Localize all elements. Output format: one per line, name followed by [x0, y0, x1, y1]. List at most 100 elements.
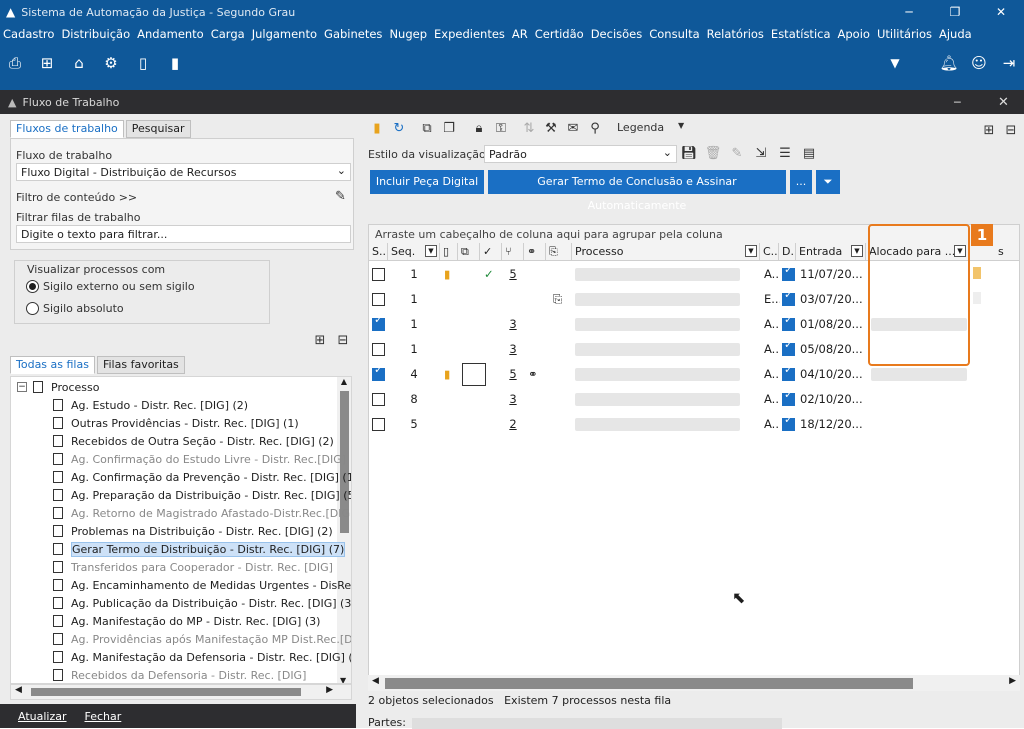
d-checkbox[interactable]	[782, 338, 795, 356]
d-checkbox[interactable]	[782, 363, 795, 381]
tree-item[interactable]: Gerar Termo de Distribuição - Distr. Rec…	[53, 540, 351, 558]
brush-icon[interactable]: ✎	[335, 189, 346, 204]
tree-item[interactable]: Ag. Estudo - Distr. Rec. [DIG] (2)	[53, 396, 351, 414]
scroll-right-icon[interactable]: ▶	[326, 685, 333, 695]
menu-item-12[interactable]: Relatórios	[707, 27, 764, 41]
col-copy[interactable]: ⧉	[458, 243, 480, 261]
col-check[interactable]: ✓	[480, 243, 502, 261]
d-checkbox[interactable]	[782, 413, 795, 431]
more-button[interactable]: ...	[790, 170, 812, 194]
tree-item[interactable]: Ag. Providências após Manifestação MP Di…	[53, 630, 351, 648]
export-icon[interactable]: ⇲	[752, 145, 770, 163]
minimize-button[interactable]: ─	[886, 0, 932, 24]
process-count-link[interactable]: 3	[502, 387, 524, 412]
row-checkbox[interactable]	[372, 363, 385, 381]
tree-item[interactable]: Ag. Publicação da Distribuição - Distr. …	[53, 594, 351, 612]
menu-item-4[interactable]: Julgamento	[252, 27, 317, 41]
row-checkbox[interactable]	[372, 268, 385, 281]
panel-minimize-button[interactable]: ─	[954, 96, 961, 109]
tab-fluxos[interactable]: Fluxos de trabalho	[10, 120, 124, 138]
row-checkbox[interactable]	[372, 418, 385, 431]
d-checkbox[interactable]	[782, 313, 795, 331]
col-seq[interactable]: Seq. ▼	[388, 243, 440, 261]
grid-expand-icon[interactable]: ⊞	[980, 122, 998, 140]
tree-item[interactable]: Ag. Preparação da Distribuição - Distr. …	[53, 486, 351, 504]
copy-icon[interactable]: ⧉	[418, 120, 436, 138]
refresh-icon[interactable]: ↻	[390, 120, 408, 138]
d-checkbox[interactable]	[782, 388, 795, 406]
incluir-peca-button[interactable]: Incluir Peça Digital	[370, 170, 484, 194]
tree-hscrollbar[interactable]: ◀ ▶	[10, 684, 352, 700]
scroll-up-icon[interactable]: ▲	[337, 377, 351, 386]
tree-item[interactable]: Ag. Confirmação da Prevenção - Distr. Re…	[53, 468, 351, 486]
menu-item-14[interactable]: Apoio	[838, 27, 870, 41]
processo-redacted[interactable]	[575, 318, 740, 331]
process-count-link[interactable]: 5	[502, 262, 524, 287]
row-checkbox[interactable]	[372, 313, 385, 331]
process-count-link[interactable]: 3	[502, 312, 524, 337]
filter-icon[interactable]: ▼	[745, 245, 757, 257]
table-row[interactable]: 5 2 A... 18/12/20...	[369, 412, 1019, 437]
radio-sigilo-absoluto[interactable]	[26, 302, 39, 315]
tree-item[interactable]: Ag. Manifestação do MP - Distr. Rec. [DI…	[53, 612, 351, 630]
chain-icon[interactable]: ⚭	[528, 362, 544, 387]
menu-item-6[interactable]: Nugep	[389, 27, 427, 41]
menu-item-3[interactable]: Carga	[211, 27, 245, 41]
bell-icon[interactable]: 🔔︎	[938, 52, 960, 74]
tree-item[interactable]: Ag. Manifestação da Defensoria - Distr. …	[53, 648, 351, 666]
processo-redacted[interactable]	[575, 418, 740, 431]
tree-item[interactable]: Recebidos de Outra Seção - Distr. Rec. […	[53, 432, 351, 450]
tab-filas-favoritas[interactable]: Filas favoritas	[96, 356, 185, 374]
tree-item[interactable]: Problemas na Distribuição - Distr. Rec. …	[53, 522, 351, 540]
process-count-link[interactable]: 3	[502, 337, 524, 362]
delete-icon[interactable]: 🗑︎	[704, 145, 722, 163]
fechar-button[interactable]: Fechar	[85, 710, 122, 723]
grid-hscroll-thumb[interactable]	[385, 678, 913, 689]
unlock-icon[interactable]: ⚿	[492, 120, 510, 138]
tree-item[interactable]: Ag. Confirmação do Estudo Livre - Distr.…	[53, 450, 351, 468]
col-s[interactable]: S..	[369, 243, 388, 261]
notes-icon[interactable]: ☰	[776, 145, 794, 163]
col-doc[interactable]: ⎘	[546, 243, 572, 261]
filtrar-filas-input[interactable]: Digite o texto para filtrar...	[16, 225, 351, 243]
menu-item-16[interactable]: Ajuda	[939, 27, 972, 41]
grid-collapse-icon[interactable]: ⊟	[1002, 122, 1020, 140]
bookmark-icon[interactable]: ▮	[368, 120, 386, 138]
menu-item-0[interactable]: Cadastro	[3, 27, 54, 41]
tree-collapse-icon[interactable]: ⊟	[334, 332, 352, 350]
menu-item-15[interactable]: Utilitários	[877, 27, 932, 41]
menu-item-7[interactable]: Expedientes	[434, 27, 505, 41]
row-checkbox[interactable]	[372, 343, 385, 356]
processo-redacted[interactable]	[575, 368, 740, 381]
row-checkbox[interactable]	[372, 393, 385, 406]
duplicate-icon[interactable]: ❐	[440, 120, 458, 138]
user-settings-icon[interactable]: ⚙	[100, 52, 122, 74]
row-checkbox[interactable]	[372, 293, 385, 306]
scroll-left-icon[interactable]: ◀	[15, 685, 22, 695]
gerar-termo-button[interactable]: Gerar Termo de Conclusão e Assinar Autom…	[488, 170, 786, 212]
logout-icon[interactable]: ⇥	[998, 52, 1020, 74]
selection-box[interactable]	[462, 363, 486, 386]
building-icon[interactable]: ⌂	[68, 52, 90, 74]
legenda-label[interactable]: Legenda	[617, 121, 664, 134]
comment-icon[interactable]: ✉	[564, 120, 582, 138]
col-d[interactable]: D..	[779, 243, 796, 261]
col-link[interactable]: ⚭	[524, 243, 546, 261]
table-row[interactable]: 8 3 A... 02/10/20...	[369, 387, 1019, 412]
col-c[interactable]: C..	[760, 243, 779, 261]
save-icon[interactable]: 💾︎	[680, 145, 698, 163]
processo-redacted[interactable]	[575, 343, 740, 356]
gavel-icon[interactable]: ⚒	[542, 120, 560, 138]
tree-item[interactable]: Outras Providências - Distr. Rec. [DIG] …	[53, 414, 351, 432]
processo-redacted[interactable]	[575, 393, 740, 406]
doc-link-icon[interactable]: ⎘	[553, 287, 569, 312]
col-processo[interactable]: Processo ▼	[572, 243, 760, 261]
tree-root[interactable]: − Processo	[17, 378, 347, 396]
tree-item[interactable]: Transferidos para Cooperador - Distr. Re…	[53, 558, 351, 576]
dropdown-icon[interactable]: ▼	[884, 52, 906, 74]
layout-icon[interactable]: ▤	[800, 145, 818, 163]
filtro-conteudo-link[interactable]: Filtro de conteúdo >>	[16, 191, 137, 204]
panel-close-button[interactable]: ✕	[998, 95, 1009, 110]
hierarchy-icon[interactable]: ⊞	[36, 52, 58, 74]
estilo-select[interactable]: Padrão ⌄	[484, 145, 677, 163]
